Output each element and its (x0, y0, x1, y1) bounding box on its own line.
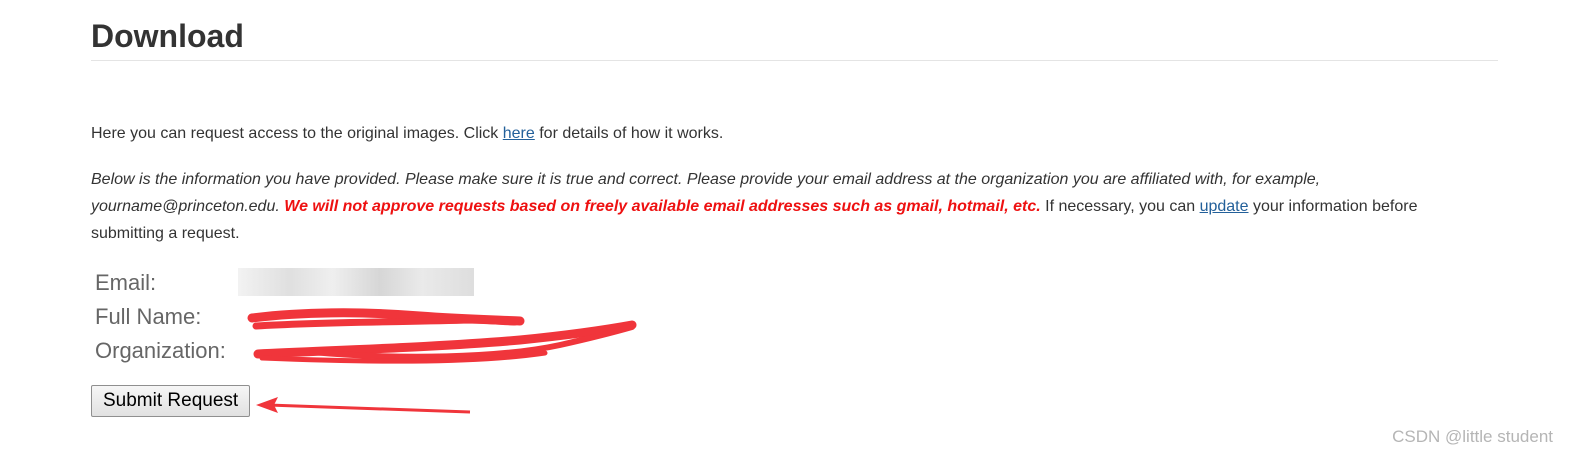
notice-paragraph: Below is the information you have provid… (91, 166, 1491, 247)
full-name-label: Full Name: (95, 304, 202, 329)
organization-row: Organization: (95, 334, 226, 368)
organization-label: Organization: (95, 338, 226, 363)
full-name-redaction-scribble (247, 308, 525, 330)
annotation-arrow (256, 397, 471, 414)
warning-text: We will not approve requests based on fr… (284, 198, 1041, 215)
notice-text-before-link: If necessary, you can (1040, 198, 1200, 215)
email-row: Email: (95, 266, 226, 300)
download-page: Download Here you can request access to … (0, 0, 1587, 459)
page-header: Download (91, 14, 1498, 61)
full-name-row: Full Name: (95, 300, 226, 334)
email-label: Email: (95, 270, 157, 295)
intro-text: Here you can request access to the origi… (91, 125, 503, 142)
update-link[interactable]: update (1200, 198, 1249, 215)
submit-request-button[interactable]: Submit Request (91, 385, 251, 417)
watermark: CSDN @little student (1392, 427, 1553, 446)
intro-text-after: for details of how it works. (534, 125, 724, 142)
email-value-redaction (238, 268, 474, 296)
intro-paragraph: Here you can request access to the origi… (91, 122, 723, 146)
page-title: Download (91, 18, 244, 54)
here-link[interactable]: here (503, 125, 535, 142)
user-info-table: Email: Full Name: Organization: (95, 266, 226, 368)
organization-redaction-scribble (253, 320, 637, 364)
